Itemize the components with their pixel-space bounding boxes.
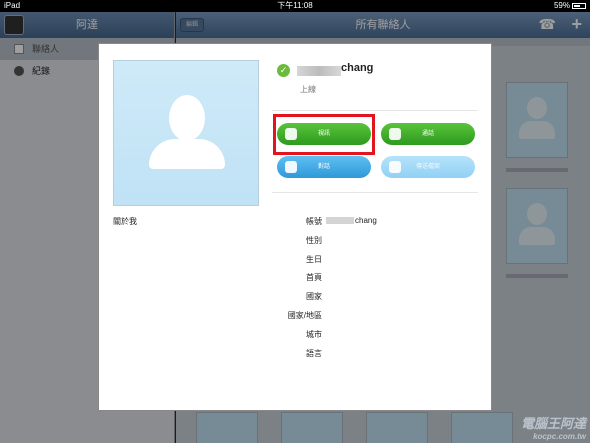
field-row: 國家 [274, 291, 474, 310]
field-label: 性別 [306, 235, 322, 245]
contact-name: chang [341, 62, 374, 74]
field-row: 生日 [274, 254, 474, 273]
field-label: 首頁 [306, 273, 322, 283]
profile-photo [113, 60, 259, 206]
field-label: 生日 [306, 254, 322, 264]
phone-icon [389, 128, 401, 140]
divider [272, 192, 478, 193]
account-value: chang [355, 216, 377, 225]
watermark-title: 電腦王阿達 [520, 416, 586, 431]
watermark: 電腦王阿達 kocpc.com.tw [521, 413, 586, 441]
status-time: 下午11:08 [277, 1, 313, 10]
status-text: 上線 [300, 85, 316, 94]
field-label: 國家 [306, 292, 322, 302]
about-me-label: 關於我 [113, 217, 137, 226]
voice-call-label: 通話 [421, 131, 434, 137]
status-bar: iPad 下午11:08 59% [0, 0, 590, 12]
account-blur [326, 217, 354, 225]
file-icon [389, 161, 401, 173]
chat-bubble-icon [285, 161, 297, 173]
field-row: 國家/地區 [274, 310, 474, 329]
field-label: 語言 [306, 348, 322, 358]
field-value: chang [326, 216, 377, 225]
avatar-body [149, 139, 225, 169]
online-check-icon: ✓ [277, 64, 290, 77]
battery-percent: 59% [553, 1, 570, 10]
profile-fields: 帳號 chang 性別 生日 首頁 國家 國家/地區 城市 語言 [274, 216, 474, 366]
field-row: 帳號 chang [274, 216, 474, 235]
field-row: 性別 [274, 235, 474, 254]
field-label: 城市 [306, 329, 322, 339]
chat-button[interactable]: 對話 [277, 156, 371, 178]
chat-label: 對話 [317, 164, 330, 170]
highlight-box [273, 114, 375, 155]
field-row: 語言 [274, 348, 474, 367]
send-file-button[interactable]: 傳送檔案 [381, 156, 475, 178]
contact-profile-dialog: 關於我 ✓ chang 上線 視訊 通話 對話 傳送檔案 帳號 chang 性別… [98, 43, 492, 411]
send-file-label: 傳送檔案 [415, 164, 440, 170]
battery-icon [572, 2, 586, 9]
avatar-head [169, 95, 205, 141]
watermark-url: kocpc.com.tw [533, 432, 586, 441]
divider [272, 110, 478, 111]
battery-indicator: 59% [554, 0, 586, 12]
field-label: 帳號 [306, 217, 322, 226]
field-label: 國家/地區 [287, 310, 322, 320]
name-blur [297, 66, 341, 76]
field-row: 城市 [274, 329, 474, 348]
field-row: 首頁 [274, 272, 474, 291]
voice-call-button[interactable]: 通話 [381, 123, 475, 145]
